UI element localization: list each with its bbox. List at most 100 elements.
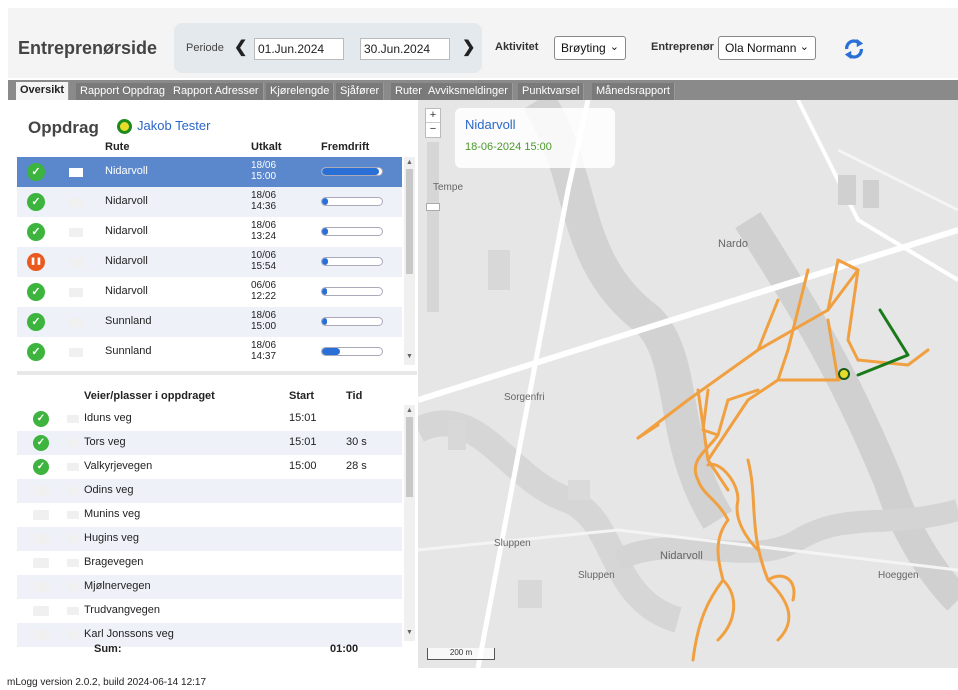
zoom-out-button[interactable]: − [426, 123, 440, 137]
aktivitet-value: Brøyting [561, 41, 606, 55]
col-fremdrift: Fremdrift [321, 141, 370, 153]
list-item[interactable]: Hugins veg [17, 527, 402, 551]
col-start: Start [289, 390, 315, 402]
list-item[interactable]: ✓ Iduns veg 15:01 [17, 407, 402, 431]
utkalt-date: 06/06 [251, 280, 277, 291]
status-placeholder [33, 558, 49, 568]
tid-cell: 28 s [346, 460, 367, 472]
prev-period-button[interactable]: ❮ [234, 37, 247, 57]
utkalt-date: 18/06 [251, 340, 277, 351]
sum-row: Sum: 01:00 [17, 641, 417, 659]
list-item[interactable]: ✓ Valkyrjevegen 15:00 28 s [17, 455, 402, 479]
date-from-input[interactable] [254, 38, 344, 60]
scroll-down-icon[interactable]: ▼ [406, 353, 413, 360]
oppdrag-scrollbar[interactable]: ▲ ▼ [404, 157, 415, 365]
flag-icon [69, 318, 83, 327]
rute-cell: Sunnland [105, 345, 152, 357]
flag-icon [67, 535, 79, 543]
zoom-in-button[interactable]: + [426, 109, 440, 123]
map-canvas[interactable] [418, 100, 958, 668]
tab-manedsrapport[interactable]: Månedsrapport [592, 83, 675, 100]
table-row[interactable]: ❚❚ Nidarvoll 10/06 15:54 [17, 247, 402, 277]
scroll-thumb[interactable] [406, 417, 413, 497]
list-item[interactable]: Odins veg [17, 479, 402, 503]
date-to-input[interactable] [360, 38, 450, 60]
tab-rapport-adresser[interactable]: Rapport Adresser [169, 83, 264, 100]
vei-cell: Munins veg [84, 508, 141, 520]
user-status-icon [117, 119, 132, 134]
tab-oversikt[interactable]: Oversikt [16, 82, 70, 100]
utkalt-cell: 10/06 15:54 [251, 250, 276, 272]
map-info-time: 18-06-2024 15:00 [465, 141, 552, 153]
panel-divider[interactable] [17, 371, 417, 375]
list-item[interactable]: Mjølnervegen [17, 575, 402, 599]
map-view[interactable]: + − Nidarvoll 18-06-2024 15:00 Tempe Nar… [418, 100, 958, 668]
tab-sjaforer[interactable]: Sjåfører [336, 83, 385, 100]
scroll-thumb[interactable] [406, 169, 413, 274]
utkalt-time: 15:00 [251, 321, 277, 332]
check-icon: ✓ [27, 193, 45, 211]
zoom-control[interactable]: + − [425, 108, 441, 138]
progress-fill [322, 198, 328, 205]
vei-cell: Mjølnervegen [84, 580, 151, 592]
user-name[interactable]: Jakob Tester [137, 118, 210, 133]
flag-icon [67, 607, 79, 615]
table-row[interactable]: ✓ Nidarvoll 18/06 13:24 [17, 217, 402, 247]
flag-icon [69, 258, 83, 267]
tab-kjorelengde[interactable]: Kjørelengde [266, 83, 335, 100]
status-placeholder [33, 510, 49, 520]
utkalt-date: 18/06 [251, 160, 277, 171]
sum-value: 01:00 [330, 643, 359, 655]
col-utkalt: Utkalt [251, 141, 282, 153]
refresh-icon[interactable] [843, 38, 865, 60]
tab-rapport-oppdrag[interactable]: Rapport Oppdrag [76, 83, 170, 100]
scroll-up-icon[interactable]: ▲ [406, 407, 413, 414]
flag-icon [67, 463, 79, 471]
check-icon: ✓ [27, 283, 45, 301]
tab-bar: Oversikt Rapport Oppdrag Rapport Adresse… [8, 80, 958, 100]
progress-fill [322, 318, 327, 325]
status-placeholder [33, 630, 49, 640]
zoom-slider-handle[interactable] [426, 203, 440, 211]
vehicle-marker-icon[interactable] [838, 368, 850, 380]
flag-icon [67, 631, 79, 639]
list-item[interactable]: ✓ Tors veg 15:01 30 s [17, 431, 402, 455]
utkalt-cell: 18/06 15:00 [251, 160, 276, 182]
rute-cell: Nidarvoll [105, 195, 148, 207]
page: Entreprenørside Periode ❮ ❯ Aktivitet Br… [0, 0, 958, 690]
progress-fill [322, 168, 379, 175]
table-row[interactable]: ✓ Nidarvoll 06/06 12:22 [17, 277, 402, 307]
list-item[interactable]: Munins veg [17, 503, 402, 527]
start-cell: 15:01 [289, 412, 317, 424]
utkalt-date: 10/06 [251, 250, 277, 261]
scroll-down-icon[interactable]: ▼ [406, 629, 413, 636]
aktivitet-select[interactable]: Brøyting ⌄ [554, 36, 626, 60]
map-label: Hoeggen [878, 570, 919, 581]
list-item[interactable]: Bragevegen [17, 551, 402, 575]
oppdrag-title: Oppdrag [28, 118, 99, 137]
tab-punktvarsel[interactable]: Punktvarsel [518, 83, 585, 100]
table-row[interactable]: ✓ Sunnland 18/06 14:37 [17, 337, 402, 367]
table-row[interactable]: ✓ Nidarvoll 18/06 15:00 [17, 157, 402, 187]
footer-version: mLogg version 2.0.2, build 2024-06-14 12… [7, 677, 207, 688]
table-row[interactable]: ✓ Nidarvoll 18/06 14:36 [17, 187, 402, 217]
page-title: Entreprenørside [18, 38, 158, 58]
vei-cell: Karl Jonssons veg [84, 628, 174, 640]
veier-scrollbar[interactable]: ▲ ▼ [404, 405, 415, 641]
zoom-slider[interactable] [427, 142, 439, 312]
entreprenor-value: Ola Normann [725, 41, 797, 55]
next-period-button[interactable]: ❯ [462, 37, 475, 57]
scroll-up-icon[interactable]: ▲ [406, 159, 413, 166]
tab-ruter[interactable]: Ruter [391, 83, 427, 100]
map-label: Nidarvoll [660, 550, 703, 562]
col-rute: Rute [105, 141, 130, 153]
list-item[interactable]: Trudvangvegen [17, 599, 402, 623]
utkalt-cell: 18/06 14:37 [251, 340, 276, 362]
tab-avviksmeldinger[interactable]: Avviksmeldinger [424, 83, 513, 100]
flag-icon [67, 511, 79, 519]
progress-bar [321, 317, 383, 326]
entreprenor-select[interactable]: Ola Normann ⌄ [718, 36, 816, 60]
utkalt-time: 13:24 [251, 231, 277, 242]
utkalt-time: 14:36 [251, 201, 277, 212]
table-row[interactable]: ✓ Sunnland 18/06 15:00 [17, 307, 402, 337]
